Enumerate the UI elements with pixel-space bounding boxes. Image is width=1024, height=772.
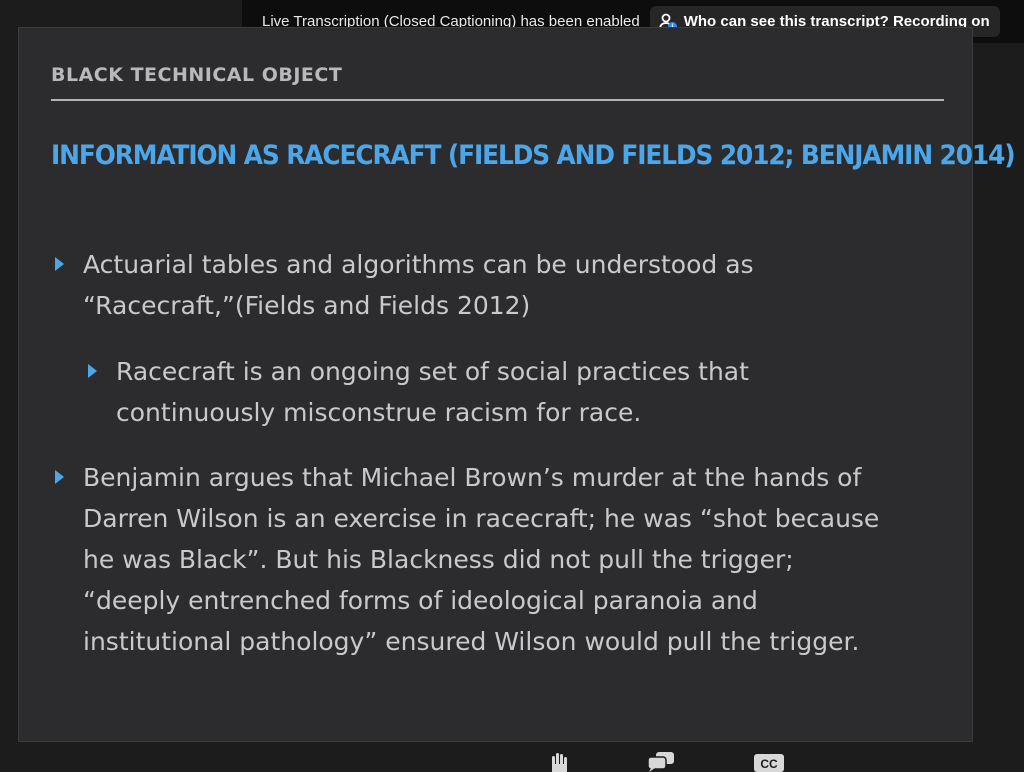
sub-bullet-point: Racecraft is an ongoing set of social pr… [88,351,946,433]
bullet-line: Darren Wilson is an exercise in racecraf… [83,504,880,533]
bullet-line: Racecraft is an ongoing set of social pr… [116,357,749,386]
closed-caption-icon[interactable]: CC [754,754,784,772]
bullet-line: “deeply entrenched forms of ideological … [83,586,758,615]
shared-slide: BLACK TECHNICAL OBJECT INFORMATION AS RA… [18,27,1016,742]
slide-title: INFORMATION AS RACECRAFT (FIELDS AND FIE… [51,140,1016,171]
chat-icon[interactable] [646,752,676,772]
slide-section-header: BLACK TECHNICAL OBJECT [51,64,343,86]
bullet-line: continuously misconstrue racism for race… [116,398,642,427]
header-divider [51,99,944,101]
bullet-line: Benjamin argues that Michael Brown’s mur… [83,463,862,492]
bullet-line: he was Black”. But his Blackness did not… [83,545,794,574]
bullet-triangle-icon [55,470,64,484]
bullet-point: Actuarial tables and algorithms can be u… [55,244,953,326]
raise-hand-icon[interactable] [548,752,570,772]
bullet-line: “Racecraft,”(Fields and Fields 2012) [83,291,531,320]
meeting-window: Live Transcription (Closed Captioning) h… [0,0,1024,772]
bullet-point: Benjamin argues that Michael Brown’s mur… [55,457,963,662]
bullet-triangle-icon [55,257,64,271]
bullet-triangle-icon [88,364,97,378]
bullet-line: institutional pathology” ensured Wilson … [83,627,860,656]
bullet-line: Actuarial tables and algorithms can be u… [83,250,754,279]
